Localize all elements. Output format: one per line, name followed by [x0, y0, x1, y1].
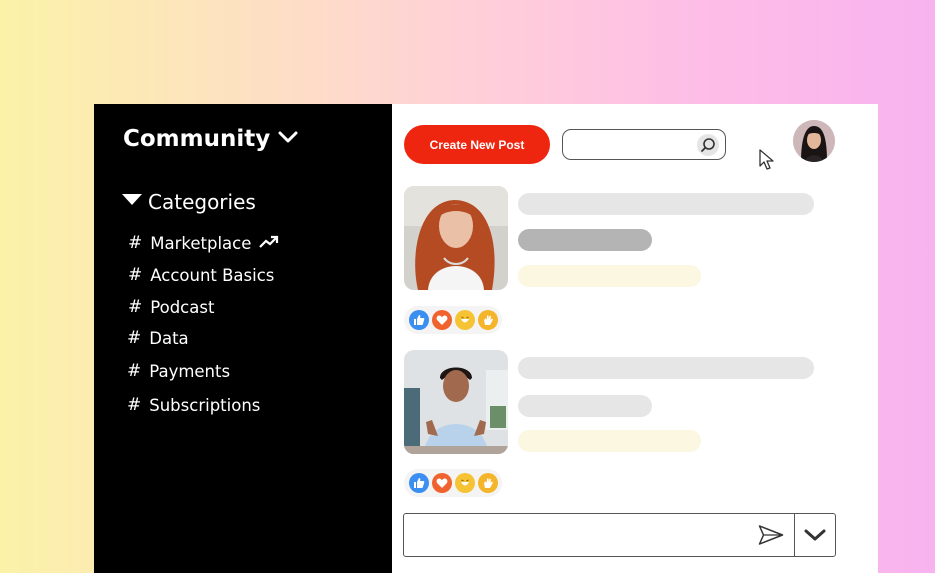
love-icon[interactable]: [432, 473, 452, 493]
post-author-placeholder: [518, 229, 652, 251]
clap-icon[interactable]: [478, 310, 498, 330]
mouse-pointer-icon: [758, 148, 778, 177]
category-item-subscriptions[interactable]: # Subscriptions: [127, 395, 260, 415]
category-label: Data: [149, 328, 189, 348]
like-icon[interactable]: [409, 473, 429, 493]
community-switcher[interactable]: Community: [123, 126, 298, 152]
category-label: Marketplace: [150, 233, 252, 253]
categories-label: Categories: [148, 190, 256, 214]
hash-icon: #: [127, 361, 142, 381]
create-new-post-button[interactable]: Create New Post: [404, 125, 550, 164]
post-author-photo[interactable]: [404, 350, 508, 454]
category-label: Subscriptions: [149, 395, 261, 415]
hash-icon: #: [128, 297, 143, 317]
post-reactions[interactable]: [404, 306, 502, 334]
message-input[interactable]: [412, 524, 746, 548]
chevron-down-icon[interactable]: [795, 514, 835, 556]
category-item-podcast[interactable]: # Podcast: [128, 297, 214, 317]
category-label: Payments: [149, 361, 231, 381]
search-icon[interactable]: [697, 134, 719, 156]
post-title-placeholder: [518, 357, 814, 379]
message-composer: [403, 513, 836, 557]
user-avatar[interactable]: [793, 120, 835, 162]
chevron-down-icon: [278, 130, 298, 149]
category-label: Account Basics: [150, 265, 275, 285]
post-meta-placeholder: [518, 265, 701, 287]
love-icon[interactable]: [432, 310, 452, 330]
category-item-payments[interactable]: # Payments: [127, 361, 230, 381]
send-icon[interactable]: [758, 524, 784, 551]
hash-icon: #: [128, 265, 143, 285]
post-meta-placeholder: [518, 430, 701, 452]
post-author-placeholder: [518, 395, 652, 417]
main-feed: Create New Post: [392, 104, 878, 573]
post-title-placeholder: [518, 193, 814, 215]
like-icon[interactable]: [409, 310, 429, 330]
hash-icon: #: [127, 328, 142, 348]
category-label: Podcast: [150, 297, 215, 317]
caret-down-icon: [122, 193, 142, 211]
search-input[interactable]: [571, 134, 695, 156]
haha-icon[interactable]: [455, 473, 475, 493]
haha-icon[interactable]: [455, 310, 475, 330]
categories-toggle[interactable]: Categories: [122, 190, 256, 214]
trending-up-icon: [259, 234, 279, 253]
category-item-data[interactable]: # Data: [127, 328, 189, 348]
sidebar: Community Categories # Marketplace # Acc…: [94, 104, 392, 573]
app-window: Community Categories # Marketplace # Acc…: [94, 104, 878, 573]
clap-icon[interactable]: [478, 473, 498, 493]
category-item-account-basics[interactable]: # Account Basics: [128, 265, 274, 285]
search-box: [562, 129, 726, 160]
post-reactions[interactable]: [404, 469, 502, 497]
hash-icon: #: [127, 395, 142, 415]
post-author-photo[interactable]: [404, 186, 508, 290]
hash-icon: #: [128, 233, 143, 253]
community-title: Community: [123, 126, 271, 152]
category-item-marketplace[interactable]: # Marketplace: [128, 233, 279, 253]
